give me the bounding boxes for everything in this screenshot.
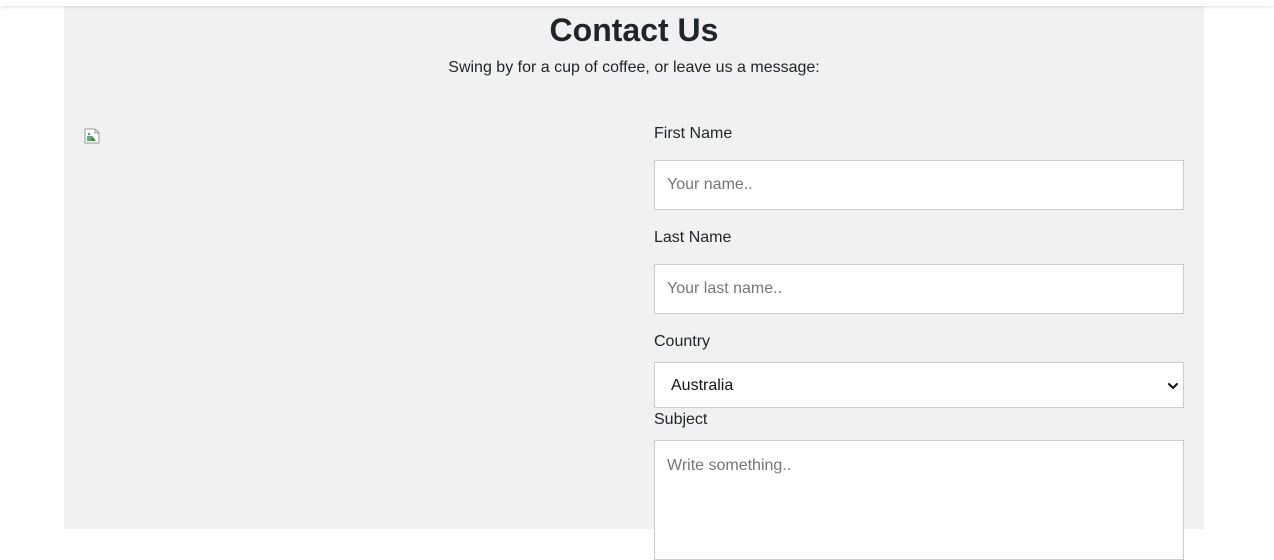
broken-image-icon [84, 128, 100, 144]
first-name-label: First Name [654, 125, 733, 142]
country-label: Country [654, 333, 711, 350]
contact-section: Contact Us Swing by for a cup of coffee,… [64, 0, 1204, 560]
chevron-down-icon [1167, 379, 1179, 391]
page-subtitle: Swing by for a cup of coffee, or leave u… [448, 59, 820, 76]
first-name-input[interactable] [654, 160, 1184, 210]
last-name-label: Last Name [654, 229, 732, 246]
last-name-input[interactable] [654, 264, 1184, 314]
country-select[interactable]: Australia [654, 362, 1184, 408]
top-navbar-edge [0, 0, 1274, 6]
country-select-value: Australia [671, 377, 734, 394]
subject-textarea[interactable] [654, 440, 1184, 560]
subject-label: Subject [654, 411, 708, 428]
page-title: Contact Us [549, 12, 719, 48]
